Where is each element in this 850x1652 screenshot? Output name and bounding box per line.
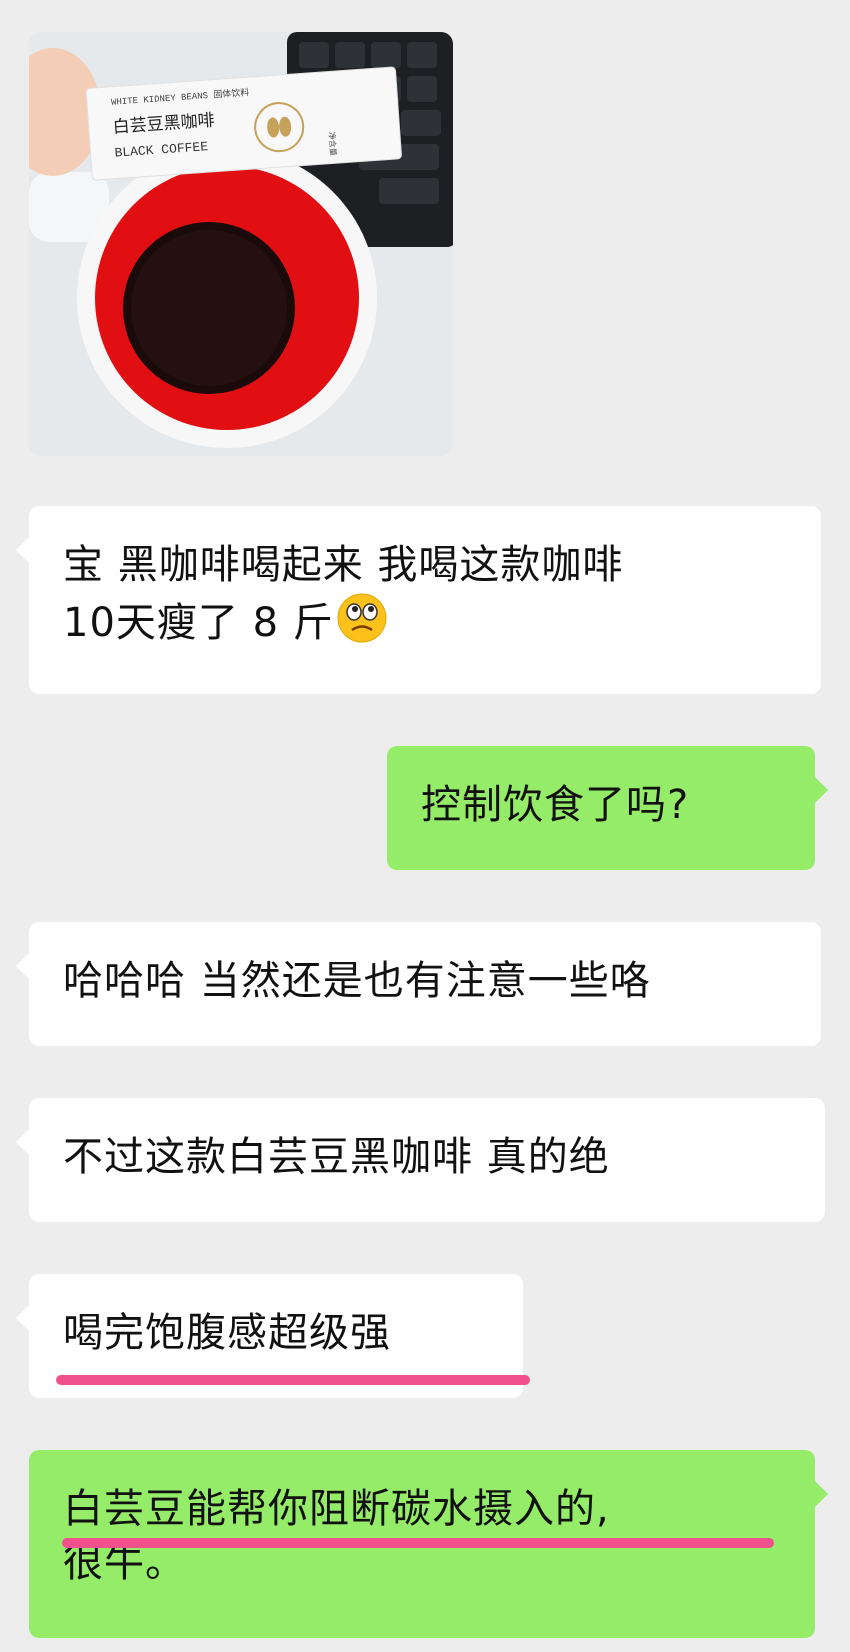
message-bubble-incoming[interactable]: 宝 黑咖啡喝起来 我喝这款咖啡 10天瘦了 8 斤 — [16, 506, 821, 694]
message-text: 10天瘦了 8 斤 — [63, 592, 787, 650]
message-text: 宝 黑咖啡喝起来 我喝这款咖啡 — [63, 542, 624, 588]
message-bubble-incoming[interactable]: 不过这款白芸豆黑咖啡 真的绝 — [16, 1098, 825, 1222]
message-text: 白芸豆能帮你阻断碳水摄入的, — [63, 1486, 610, 1532]
coffee-photo[interactable]: WHITE KIDNEY BEANS 固体饮料 白芸豆黑咖啡 BLACK COF… — [29, 32, 453, 456]
message-text: 控制饮食了吗? — [421, 782, 690, 828]
highlight-underline — [62, 1538, 774, 1548]
coffee-photo-image: WHITE KIDNEY BEANS 固体饮料 白芸豆黑咖啡 BLACK COF… — [29, 32, 453, 456]
confused-face-icon — [337, 593, 387, 643]
message-text: 哈哈哈 当然还是也有注意一些咯 — [63, 958, 651, 1004]
message-text: 不过这款白芸豆黑咖啡 真的绝 — [63, 1134, 610, 1180]
highlight-underline — [56, 1375, 530, 1385]
message-text-part: 10天瘦了 8 斤 — [63, 600, 334, 646]
packet-side: 净含量 — [327, 131, 339, 156]
message-bubble-outgoing[interactable]: 控制饮食了吗? — [387, 746, 828, 870]
message-text: 喝完饱腹感超级强 — [63, 1310, 391, 1356]
message-bubble-incoming[interactable]: 哈哈哈 当然还是也有注意一些咯 — [16, 922, 821, 1046]
